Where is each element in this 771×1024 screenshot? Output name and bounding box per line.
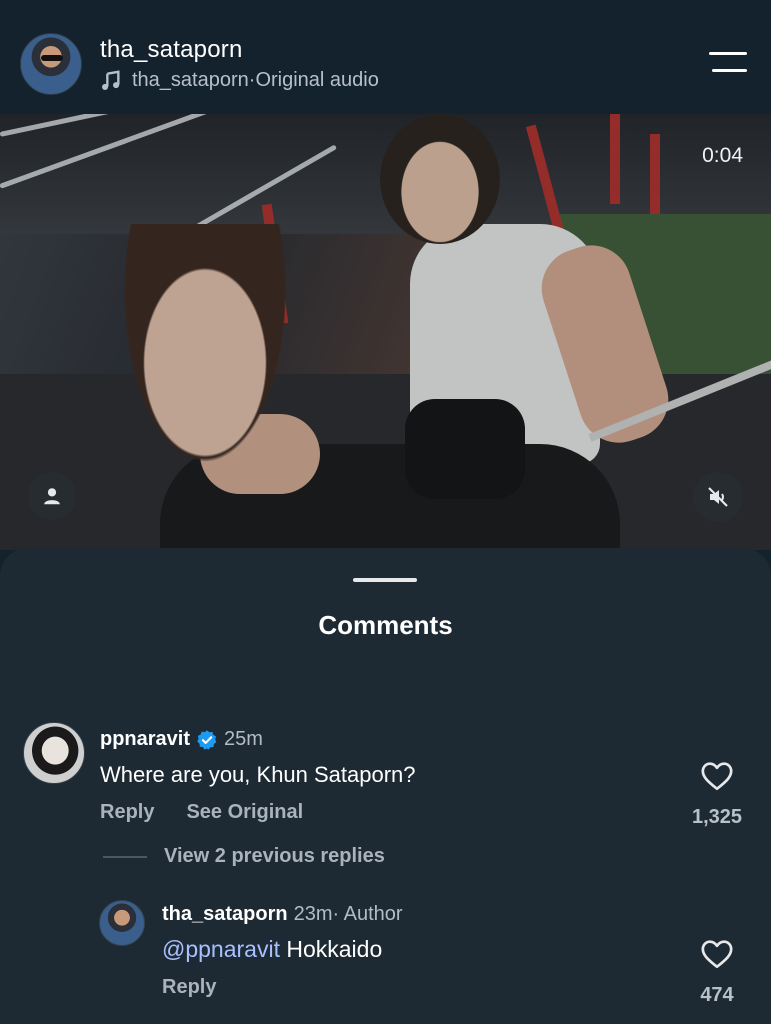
- author-label: · Author: [332, 903, 403, 925]
- reply-like-count: 474: [700, 984, 734, 1006]
- reply-text: @ppnaravit Hokkaido: [162, 936, 382, 963]
- heart-icon[interactable]: [700, 938, 734, 970]
- commenter-avatar[interactable]: [23, 722, 85, 784]
- tagged-people-button[interactable]: [28, 472, 76, 520]
- audio-separator: ·: [248, 69, 256, 91]
- reply-meta: tha_sataporn 23m · Author: [162, 903, 403, 926]
- comment-text: Where are you, Khun Sataporn?: [100, 762, 416, 787]
- reply-button[interactable]: Reply: [100, 801, 154, 824]
- reply-body: Hokkaido: [279, 936, 383, 962]
- reel-screen: tha_sataporn tha_sataporn · Original aud…: [0, 0, 771, 1024]
- heart-icon[interactable]: [700, 760, 734, 792]
- author-username[interactable]: tha_sataporn: [100, 36, 243, 64]
- audio-owner: tha_sataporn: [132, 69, 249, 91]
- replies-divider: [103, 856, 147, 858]
- reply-username[interactable]: tha_sataporn: [162, 903, 288, 926]
- sheet-drag-handle[interactable]: [353, 578, 417, 582]
- menu-line-bottom: [712, 69, 747, 72]
- video-player[interactable]: 0:04: [0, 114, 771, 550]
- reel-header: tha_sataporn tha_sataporn · Original aud…: [0, 0, 771, 114]
- person-icon: [44, 488, 60, 505]
- reply-to-reply-button[interactable]: Reply: [162, 976, 216, 998]
- video-overlay: [0, 114, 771, 550]
- video-timer: 0:04: [702, 144, 743, 167]
- menu-button[interactable]: [704, 50, 750, 76]
- comments-sheet: Comments ppnaravit 25m Where are you, Kh…: [0, 548, 771, 1024]
- reply-author-avatar[interactable]: [99, 900, 145, 946]
- mute-button[interactable]: [693, 472, 743, 522]
- see-original-button[interactable]: See Original: [186, 801, 303, 824]
- author-avatar[interactable]: [20, 33, 82, 95]
- reply-actions: Reply: [162, 976, 216, 999]
- view-previous-replies-button[interactable]: View 2 previous replies: [164, 845, 385, 868]
- verified-badge-icon: [197, 729, 217, 750]
- reply-mention[interactable]: @ppnaravit: [162, 936, 280, 962]
- comment-actions: Reply See Original: [100, 801, 303, 824]
- comment-like-count: 1,325: [691, 806, 743, 828]
- avatar-sunglasses: [41, 55, 63, 61]
- music-note-icon: [102, 69, 120, 90]
- comment-meta: ppnaravit 25m: [100, 728, 263, 751]
- menu-line-top: [709, 52, 747, 55]
- comment-time: 25m: [224, 728, 263, 750]
- reply-time: 23m: [293, 903, 333, 925]
- commenter-username[interactable]: ppnaravit: [100, 728, 190, 751]
- audio-info[interactable]: tha_sataporn · Original audio: [100, 69, 379, 92]
- sheet-title: Comments: [318, 610, 453, 640]
- speaker-muted-icon: [708, 487, 728, 507]
- audio-label: Original audio: [255, 69, 379, 91]
